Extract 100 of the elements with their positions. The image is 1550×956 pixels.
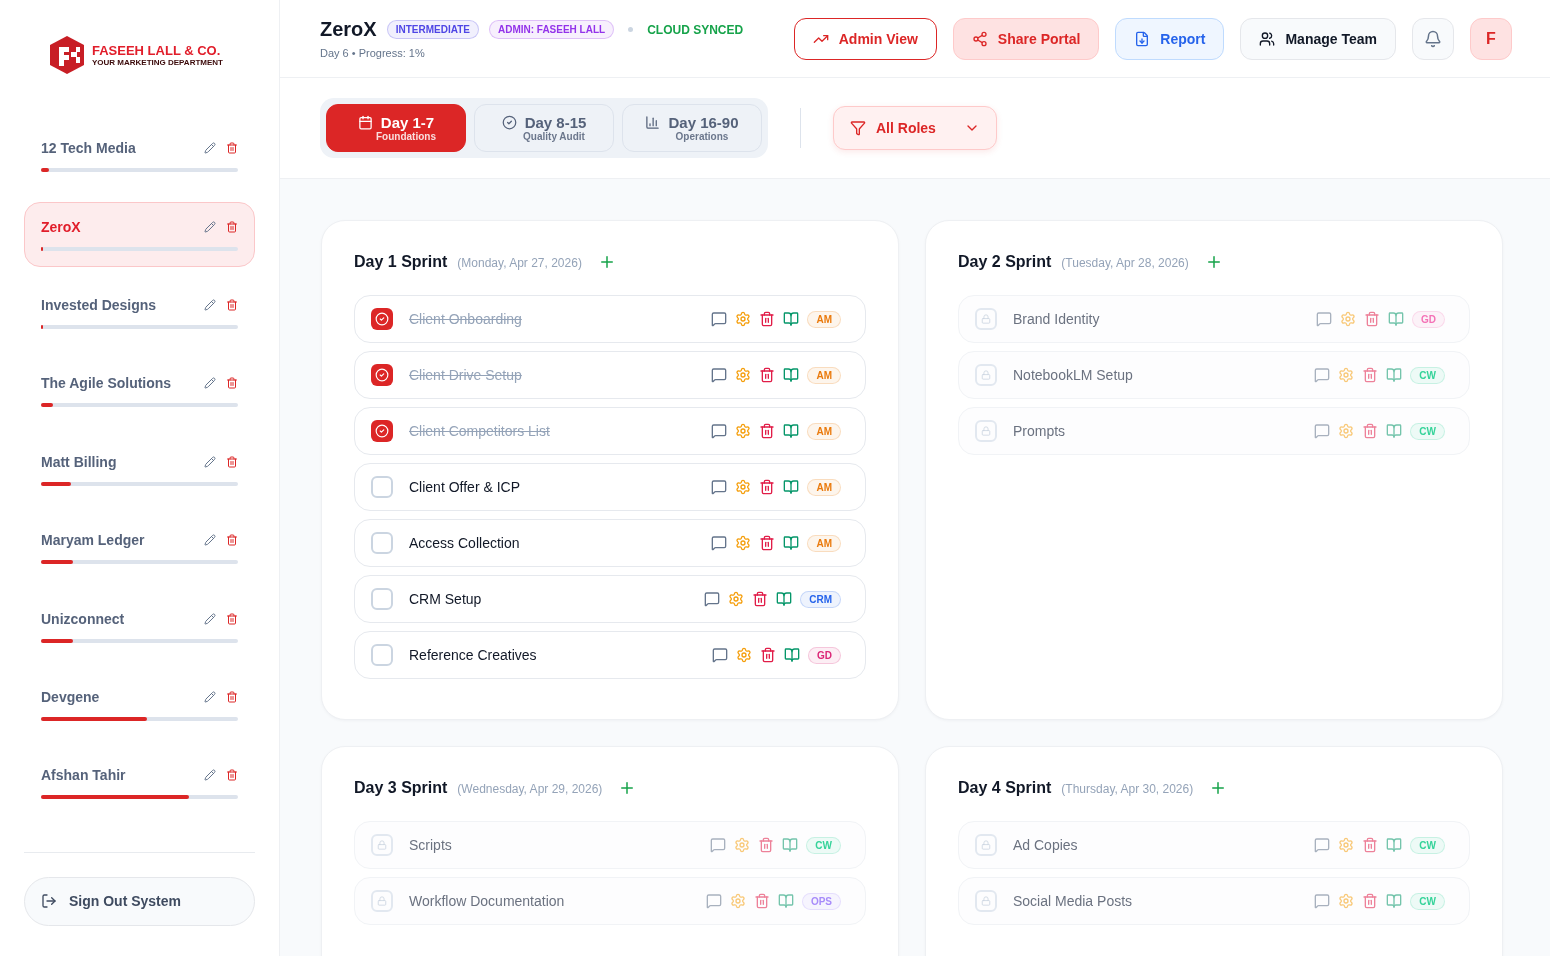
edit-icon[interactable] (204, 142, 216, 155)
client-item[interactable]: Afshan Tahir (24, 750, 255, 816)
delete-icon[interactable] (1364, 311, 1380, 327)
book-icon[interactable] (782, 837, 799, 853)
delete-icon[interactable] (759, 423, 776, 439)
task-row[interactable]: CRM Setup CRM (354, 575, 866, 623)
client-item[interactable]: The Agile Solutions (24, 358, 255, 424)
task-checkbox[interactable] (371, 420, 393, 442)
edit-icon[interactable] (204, 612, 216, 625)
comment-icon[interactable] (711, 479, 728, 495)
gear-icon[interactable] (735, 367, 752, 383)
client-item[interactable]: Devgene (24, 671, 255, 738)
book-icon[interactable] (783, 367, 800, 383)
gear-icon[interactable] (1338, 367, 1355, 383)
delete-icon[interactable] (226, 299, 238, 312)
task-row[interactable]: Ad Copies CW (958, 821, 1470, 869)
task-row[interactable]: Scripts CW (354, 821, 866, 869)
client-item[interactable]: Matt Billing (24, 436, 255, 503)
book-icon[interactable] (783, 535, 800, 551)
comment-icon[interactable] (710, 837, 727, 853)
client-item[interactable]: ZeroX (24, 201, 255, 268)
delete-icon[interactable] (759, 479, 776, 495)
delete-icon[interactable] (226, 769, 238, 782)
sign-out-button[interactable]: Sign Out System (24, 876, 255, 926)
gear-icon[interactable] (736, 647, 752, 663)
role-filter-dropdown[interactable]: All Roles (833, 106, 997, 150)
comment-icon[interactable] (1316, 311, 1332, 327)
delete-icon[interactable] (226, 690, 238, 703)
edit-icon[interactable] (204, 299, 216, 312)
header-button[interactable]: Report (1115, 17, 1225, 60)
delete-icon[interactable] (226, 377, 238, 390)
task-row[interactable]: Client Drive Setup AM (354, 351, 866, 399)
delete-icon[interactable] (1362, 367, 1379, 383)
task-checkbox[interactable] (371, 644, 393, 666)
delete-icon[interactable] (759, 367, 776, 383)
gear-icon[interactable] (1338, 893, 1355, 909)
gear-icon[interactable] (734, 837, 751, 853)
task-row[interactable]: Client Offer & ICP AM (354, 463, 866, 511)
edit-icon[interactable] (204, 769, 216, 782)
task-checkbox[interactable] (371, 364, 393, 386)
header-button[interactable]: Share Portal (952, 17, 1100, 60)
gear-icon[interactable] (1340, 311, 1356, 327)
delete-icon[interactable] (226, 534, 238, 547)
book-icon[interactable] (1386, 893, 1403, 909)
client-item[interactable]: Maryam Ledger (24, 515, 255, 581)
comment-icon[interactable] (1314, 367, 1331, 383)
task-checkbox[interactable] (371, 588, 393, 610)
client-item[interactable]: Unizconnect (24, 593, 255, 659)
delete-icon[interactable] (758, 837, 775, 853)
edit-icon[interactable] (204, 455, 216, 468)
book-icon[interactable] (776, 591, 793, 607)
delete-icon[interactable] (753, 893, 770, 909)
header-button[interactable]: Admin View (793, 17, 937, 60)
comment-icon[interactable] (1314, 837, 1331, 853)
book-icon[interactable] (777, 893, 794, 909)
delete-icon[interactable] (1362, 893, 1379, 909)
gear-icon[interactable] (1338, 837, 1355, 853)
delete-icon[interactable] (226, 142, 238, 155)
gear-icon[interactable] (729, 893, 746, 909)
comment-icon[interactable] (711, 311, 728, 327)
task-checkbox[interactable] (975, 420, 997, 442)
task-row[interactable]: Client Onboarding AM (354, 295, 866, 343)
client-item[interactable]: Invested Designs (24, 280, 255, 346)
delete-icon[interactable] (1362, 837, 1379, 853)
task-row[interactable]: Social Media Posts CW (958, 877, 1470, 925)
task-checkbox[interactable] (975, 308, 997, 330)
delete-icon[interactable] (760, 647, 776, 663)
delete-icon[interactable] (226, 455, 238, 468)
book-icon[interactable] (783, 311, 800, 327)
phase-tab[interactable]: Day 1-7 Foundations (326, 104, 466, 152)
client-item[interactable]: 12 Tech Media (24, 123, 255, 189)
user-avatar[interactable]: F (1470, 17, 1512, 60)
book-icon[interactable] (784, 647, 800, 663)
task-checkbox[interactable] (371, 532, 393, 554)
task-checkbox[interactable] (371, 834, 393, 856)
comment-icon[interactable] (711, 535, 728, 551)
gear-icon[interactable] (735, 479, 752, 495)
gear-icon[interactable] (1338, 423, 1355, 439)
phase-tab[interactable]: Day 16-90 Operations (622, 104, 762, 152)
comment-icon[interactable] (712, 647, 728, 663)
task-checkbox[interactable] (371, 308, 393, 330)
comment-icon[interactable] (704, 591, 721, 607)
book-icon[interactable] (783, 423, 800, 439)
task-checkbox[interactable] (975, 364, 997, 386)
delete-icon[interactable] (1362, 423, 1379, 439)
task-row[interactable]: Access Collection AM (354, 519, 866, 567)
delete-icon[interactable] (752, 591, 769, 607)
edit-icon[interactable] (204, 690, 216, 703)
task-row[interactable]: NotebookLM Setup CW (958, 351, 1470, 399)
gear-icon[interactable] (735, 535, 752, 551)
comment-icon[interactable] (1314, 893, 1331, 909)
gear-icon[interactable] (728, 591, 745, 607)
delete-icon[interactable] (226, 612, 238, 625)
task-row[interactable]: Prompts CW (958, 407, 1470, 455)
book-icon[interactable] (1386, 367, 1403, 383)
book-icon[interactable] (1388, 311, 1404, 327)
notifications-button[interactable] (1412, 17, 1454, 60)
task-checkbox[interactable] (371, 890, 393, 912)
gear-icon[interactable] (735, 311, 752, 327)
task-checkbox[interactable] (371, 476, 393, 498)
